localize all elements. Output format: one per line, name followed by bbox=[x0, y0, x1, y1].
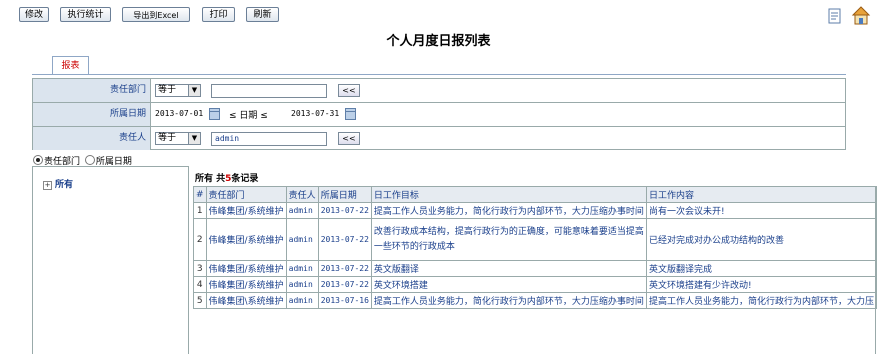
tab-divider bbox=[32, 74, 846, 75]
summary-suffix: 条记录 bbox=[231, 174, 259, 184]
col-content[interactable]: 日工作内容 bbox=[645, 186, 877, 203]
chevron-down-icon: ▼ bbox=[188, 85, 200, 96]
col-no[interactable]: # bbox=[193, 186, 207, 203]
cell-owner: admin bbox=[285, 202, 319, 219]
filter-form: 责任部门 等于 ▼ << 所属日期 2013-07-01 ≤ 日期 ≤ 2013-… bbox=[32, 78, 846, 150]
dept-pick-button[interactable]: << bbox=[338, 84, 360, 97]
cell-date: 2013-07-22 bbox=[317, 260, 372, 277]
tree-node-label[interactable]: 所有 bbox=[55, 180, 73, 190]
table-row[interactable]: 1 伟峰集团/系统维护 admin 2013-07-22 提高工作人员业务能力，… bbox=[193, 202, 877, 219]
cell-date: 2013-07-16 bbox=[317, 292, 372, 309]
report-table: # 责任部门 责任人 所属日期 日工作目标 日工作内容 1 伟峰集团/系统维护 … bbox=[193, 186, 877, 309]
cell-owner: admin bbox=[285, 260, 319, 277]
tree-node-all[interactable]: + 所有 bbox=[43, 177, 73, 190]
cell-no: 3 bbox=[193, 260, 207, 277]
refresh-button[interactable]: 刷新 bbox=[246, 7, 279, 22]
dept-operator-value: 等于 bbox=[158, 85, 177, 95]
home-icon[interactable] bbox=[851, 6, 871, 25]
cell-content: 提高工作人员业务能力，简化行政行为内部环节，大力压 bbox=[645, 292, 877, 309]
cell-dept: 伟峰集团/系统维护 bbox=[205, 260, 287, 277]
cell-content: 尚有一次会议未开! bbox=[645, 202, 877, 219]
cell-owner: admin bbox=[285, 292, 319, 309]
export-excel-button[interactable]: 导出到Excel bbox=[122, 7, 190, 22]
grid-right-border bbox=[875, 186, 876, 354]
cell-content: 英文环境搭建有少许改动! bbox=[645, 276, 877, 293]
col-date[interactable]: 所属日期 bbox=[317, 186, 372, 203]
calendar-icon[interactable] bbox=[345, 108, 356, 120]
cell-owner: admin bbox=[285, 276, 319, 293]
table-row[interactable]: 5 伟峰集团\系统维护 admin 2013-07-16 提高工作人员业务能力，… bbox=[193, 292, 877, 309]
table-row[interactable]: 3 伟峰集团/系统维护 admin 2013-07-22 英文版翻译 英文版翻译… bbox=[193, 260, 877, 277]
cell-date: 2013-07-22 bbox=[317, 276, 372, 293]
expand-icon[interactable]: + bbox=[43, 181, 52, 190]
owner-pick-button[interactable]: << bbox=[338, 132, 360, 145]
col-dept[interactable]: 责任部门 bbox=[205, 186, 287, 203]
filter-row-owner: 责任人 等于 ▼ admin << bbox=[33, 127, 845, 150]
cell-content: 英文版翻译完成 bbox=[645, 260, 877, 277]
cell-goal: 改善行政成本结构，提高行政行为的正确度，可能意味着要适当提高一些环节的行政成本 bbox=[370, 218, 647, 261]
radio-dept[interactable] bbox=[33, 155, 43, 165]
col-owner[interactable]: 责任人 bbox=[285, 186, 319, 203]
record-summary: 所有 共5条记录 bbox=[195, 171, 258, 184]
filter-row-dept: 责任部门 等于 ▼ << bbox=[33, 79, 845, 103]
cell-dept: 伟峰集团/系统维护 bbox=[205, 276, 287, 293]
table-header: # 责任部门 责任人 所属日期 日工作目标 日工作内容 bbox=[193, 186, 877, 203]
cell-dept: 伟峰集团/系统维护 bbox=[205, 218, 287, 261]
table-row[interactable]: 2 伟峰集团/系统维护 admin 2013-07-22 改善行政成本结构，提高… bbox=[193, 218, 877, 261]
filter-label-owner: 责任人 bbox=[33, 127, 151, 150]
col-goal[interactable]: 日工作目标 bbox=[370, 186, 647, 203]
dept-input[interactable] bbox=[211, 84, 327, 98]
cell-dept: 伟峰集团\系统维护 bbox=[205, 292, 287, 309]
cell-no: 1 bbox=[193, 202, 207, 219]
cell-goal: 英文版翻译 bbox=[370, 260, 647, 277]
cell-goal: 提高工作人员业务能力，简化行政行为内部环节，大力压缩办事时间 bbox=[370, 202, 647, 219]
cell-content: 已经对完成对办公成功结构的改善 bbox=[645, 218, 877, 261]
cell-no: 4 bbox=[193, 276, 207, 293]
group-tree: + 所有 bbox=[32, 166, 189, 354]
filter-row-date: 所属日期 2013-07-01 ≤ 日期 ≤ 2013-07-31 bbox=[33, 103, 845, 127]
date-to-value[interactable]: 2013-07-31 bbox=[291, 109, 339, 118]
calendar-icon[interactable] bbox=[209, 108, 220, 120]
cell-goal: 英文环境搭建 bbox=[370, 276, 647, 293]
cell-goal: 提高工作人员业务能力，简化行政行为内部环节，大力压缩办事时间 bbox=[370, 292, 647, 309]
cell-date: 2013-07-22 bbox=[317, 218, 372, 261]
chevron-down-icon: ▼ bbox=[188, 133, 200, 144]
owner-operator-select[interactable]: 等于 ▼ bbox=[155, 132, 201, 145]
filter-label-dept: 责任部门 bbox=[33, 79, 151, 102]
radio-date[interactable] bbox=[84, 155, 95, 165]
dept-operator-select[interactable]: 等于 ▼ bbox=[155, 84, 201, 97]
edit-button[interactable]: 修改 bbox=[19, 7, 49, 22]
page-title: 个人月度日报列表 bbox=[386, 34, 491, 49]
cell-dept: 伟峰集团/系统维护 bbox=[205, 202, 287, 219]
owner-input[interactable]: admin bbox=[211, 132, 327, 146]
cell-date: 2013-07-22 bbox=[317, 202, 372, 219]
filter-label-date: 所属日期 bbox=[33, 103, 151, 126]
owner-operator-value: 等于 bbox=[158, 133, 177, 143]
print-button[interactable]: 打印 bbox=[202, 7, 235, 22]
cell-no: 2 bbox=[193, 218, 207, 261]
stats-button[interactable]: 执行统计 bbox=[60, 7, 111, 22]
document-list-icon[interactable] bbox=[828, 8, 841, 24]
date-from-value[interactable]: 2013-07-01 bbox=[155, 109, 203, 118]
date-range-label: ≤ 日期 ≤ bbox=[229, 111, 268, 121]
cell-no: 5 bbox=[193, 292, 207, 309]
summary-prefix: 所有 共 bbox=[195, 174, 226, 184]
cell-owner: admin bbox=[285, 218, 319, 261]
tab-report[interactable]: 报表 bbox=[52, 56, 89, 74]
table-row[interactable]: 4 伟峰集团/系统维护 admin 2013-07-22 英文环境搭建 英文环境… bbox=[193, 276, 877, 293]
